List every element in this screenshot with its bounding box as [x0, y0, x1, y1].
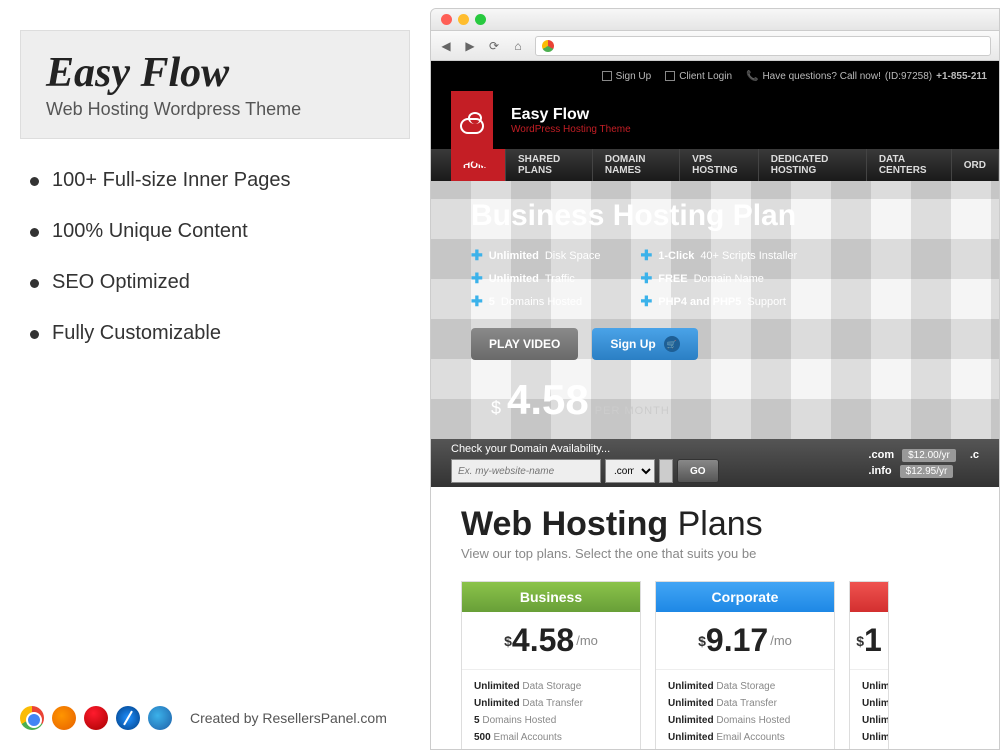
tld-price: $12.00/yr [902, 449, 956, 462]
plan-price: $9.17/mo [656, 612, 834, 670]
plan-name: Business [462, 582, 640, 612]
plans-title: Web Hosting Plans [461, 505, 969, 544]
tld-prices: .com $12.00/yr .c .info $12.95/yr [868, 449, 979, 478]
feature-item: SEO Optimized [30, 271, 410, 294]
login-link[interactable]: Client Login [665, 71, 732, 82]
window-titlebar [431, 9, 999, 31]
firefox-icon [52, 706, 76, 730]
feature-item: 100% Unique Content [30, 220, 410, 243]
plus-icon: ✚ [471, 293, 483, 310]
phone-info: 📞Have questions? Call now! (ID:97258) +1… [746, 71, 987, 82]
promo-footer: Created by ResellersPanel.com [20, 706, 387, 730]
plan-card-business[interactable]: Business $4.58/mo Unlimited Data Storage… [461, 581, 641, 750]
plus-icon: ✚ [641, 270, 653, 287]
plan-price: $1 [850, 612, 888, 670]
plan-name: Corporate [656, 582, 834, 612]
feature-item: Fully Customizable [30, 322, 410, 345]
nav-dedicated[interactable]: DEDICATED HOSTING [759, 149, 867, 181]
feature-list: 100+ Full-size Inner Pages 100% Unique C… [20, 169, 410, 345]
nav-vps[interactable]: VPS HOSTING [680, 149, 759, 181]
plus-icon: ✚ [641, 247, 653, 264]
plan-card-corporate[interactable]: Corporate $9.17/mo Unlimited Data Storag… [655, 581, 835, 750]
browser-toolbar: ◀ ▶ ⟳ ⌂ [431, 31, 999, 61]
main-nav: HOME SHARED PLANS DOMAIN NAMES VPS HOSTI… [431, 149, 999, 181]
minimize-icon[interactable] [458, 14, 469, 25]
hero-title: Business Hosting Plan [471, 199, 999, 233]
promo-title: Easy Flow [46, 49, 384, 97]
title-box: Easy Flow Web Hosting Wordpress Theme [20, 30, 410, 139]
signup-link[interactable]: Sign Up [602, 71, 652, 82]
plans-subtitle: View our top plans. Select the one that … [461, 546, 969, 561]
arrow-icon [602, 71, 612, 81]
nav-domains[interactable]: DOMAIN NAMES [593, 149, 680, 181]
hero-feat: ✚Unlimited Traffic [471, 270, 601, 287]
plan-price: $4.58/mo [462, 612, 640, 670]
domain-label: Check your Domain Availability... [451, 443, 719, 455]
cloud-icon [460, 118, 484, 134]
plans-row: Business $4.58/mo Unlimited Data Storage… [461, 581, 969, 750]
credit-text: Created by ResellersPanel.com [190, 710, 387, 726]
back-icon[interactable]: ◀ [439, 39, 453, 53]
plan-features: Unlimit Unlimit Unlimit Unlimit [850, 670, 888, 750]
plans-section: Web Hosting Plans View our top plans. Se… [431, 487, 999, 750]
forward-icon[interactable]: ▶ [463, 39, 477, 53]
nav-datacenters[interactable]: DATA CENTERS [867, 149, 952, 181]
brand-tagline: WordPress Hosting Theme [511, 124, 631, 135]
hero-feat: ✚PHP4 and PHP5 Support [641, 293, 798, 310]
site-icon [542, 40, 554, 52]
feature-item: 100+ Full-size Inner Pages [30, 169, 410, 192]
logo-text: Easy Flow WordPress Hosting Theme [511, 106, 631, 135]
hero-price: $4.58PER MONTH [491, 376, 999, 424]
nav-order[interactable]: ORD [952, 149, 999, 181]
plus-icon: ✚ [471, 247, 483, 264]
signup-button[interactable]: Sign Up🛒 [592, 328, 697, 360]
brand-name: Easy Flow [511, 106, 631, 124]
tld-label: .info [868, 465, 891, 477]
dropdown-icon[interactable] [659, 459, 673, 483]
ie-icon [148, 706, 172, 730]
cart-icon: 🛒 [664, 336, 680, 352]
promo-subtitle: Web Hosting Wordpress Theme [46, 99, 384, 120]
chrome-icon [20, 706, 44, 730]
tld-label: .c [970, 449, 979, 461]
reload-icon[interactable]: ⟳ [487, 39, 501, 53]
user-icon [665, 71, 675, 81]
plan-card-third[interactable]: $1 Unlimit Unlimit Unlimit Unlimit [849, 581, 889, 750]
hero-banner: Business Hosting Plan ✚Unlimited Disk Sp… [431, 181, 999, 439]
tld-price: $12.95/yr [900, 465, 954, 478]
tld-select[interactable]: .com [605, 459, 655, 483]
plus-icon: ✚ [641, 293, 653, 310]
browser-window: ◀ ▶ ⟳ ⌂ Sign Up Client Login 📞Have quest… [430, 8, 1000, 750]
maximize-icon[interactable] [475, 14, 486, 25]
hero-feat: ✚Unlimited Disk Space [471, 247, 601, 264]
play-video-button[interactable]: PLAY VIDEO [471, 328, 578, 360]
plan-features: Unlimited Data Storage Unlimited Data Tr… [656, 670, 834, 750]
go-button[interactable]: GO [677, 459, 719, 483]
hero-feat: ✚FREE Domain Name [641, 270, 798, 287]
hero-feat: ✚1-Click 40+ Scripts Installer [641, 247, 798, 264]
logo-ribbon[interactable] [451, 91, 493, 161]
safari-icon [116, 706, 140, 730]
domain-search-bar: Check your Domain Availability... .com G… [431, 439, 999, 487]
close-icon[interactable] [441, 14, 452, 25]
address-bar[interactable] [535, 36, 991, 56]
website: Sign Up Client Login 📞Have questions? Ca… [431, 61, 999, 750]
plus-icon: ✚ [471, 270, 483, 287]
plan-name [850, 582, 888, 612]
hero-features: ✚Unlimited Disk Space ✚Unlimited Traffic… [471, 247, 999, 310]
site-header: Easy Flow WordPress Hosting Theme [431, 91, 999, 149]
nav-shared[interactable]: SHARED PLANS [506, 149, 593, 181]
phone-icon: 📞 [746, 71, 758, 82]
domain-input[interactable] [451, 459, 601, 483]
site-topbar: Sign Up Client Login 📞Have questions? Ca… [431, 61, 999, 91]
plan-features: Unlimited Data Storage Unlimited Data Tr… [462, 670, 640, 750]
opera-icon [84, 706, 108, 730]
promo-panel: Easy Flow Web Hosting Wordpress Theme 10… [0, 0, 430, 750]
tld-label: .com [868, 449, 894, 461]
home-icon[interactable]: ⌂ [511, 39, 525, 53]
hero-feat: ✚5 Domains Hosted [471, 293, 601, 310]
